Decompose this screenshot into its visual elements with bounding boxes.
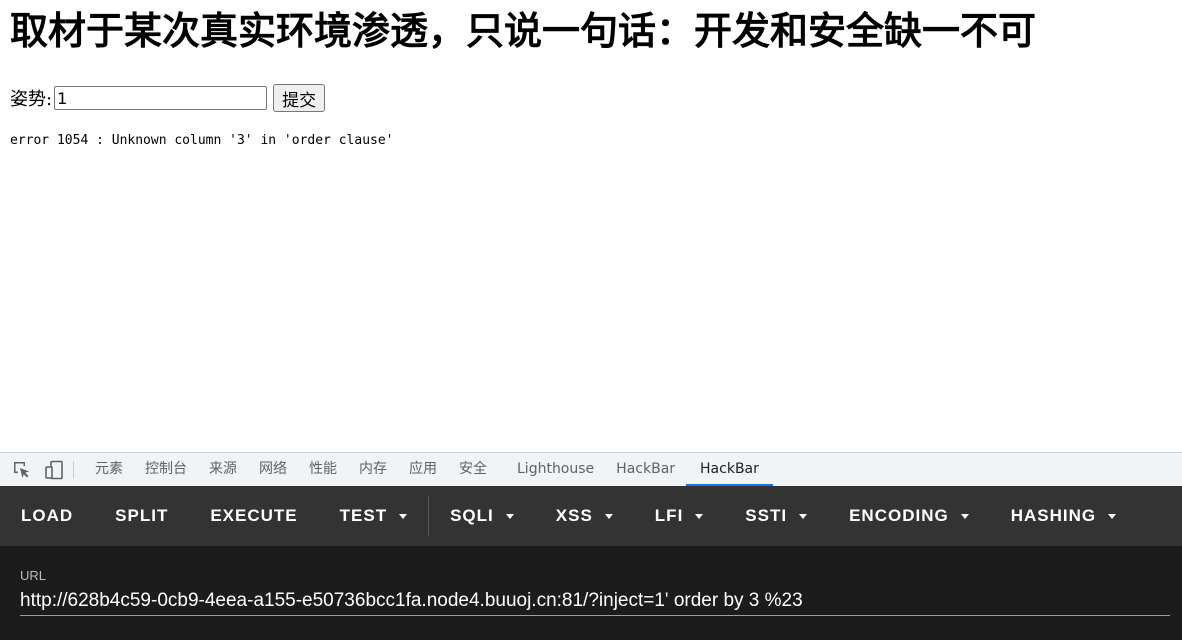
device-toolbar-icon[interactable]	[43, 459, 65, 481]
inspect-element-icon[interactable]	[11, 459, 33, 481]
split-button-label: SPLIT	[115, 506, 169, 525]
hashing-dropdown-label: HASHING	[1010, 506, 1097, 525]
load-button[interactable]: LOAD	[0, 486, 94, 546]
submit-button[interactable]: 提交	[273, 84, 326, 112]
test-dropdown[interactable]: TEST	[319, 486, 428, 546]
tab-memory[interactable]: 内存	[348, 453, 398, 486]
sqli-dropdown[interactable]: SQLI	[429, 486, 535, 546]
encoding-dropdown[interactable]: ENCODING	[828, 486, 990, 546]
lfi-dropdown-label: LFI	[654, 506, 684, 525]
chevron-down-icon	[1108, 513, 1117, 519]
ssti-dropdown-label: SSTI	[745, 506, 788, 525]
hackbar-toolbar: LOAD SPLIT EXECUTE TEST SQLI XSS LFI SST…	[0, 486, 1182, 546]
tab-sources[interactable]: 来源	[198, 453, 248, 486]
ssti-dropdown[interactable]: SSTI	[724, 486, 828, 546]
sqli-dropdown-label: SQLI	[450, 506, 494, 525]
inject-label: 姿势:	[10, 89, 53, 110]
tab-hackbar-1[interactable]: HackBar	[605, 453, 686, 486]
load-button-label: LOAD	[21, 506, 74, 525]
execute-button[interactable]: EXECUTE	[189, 486, 318, 546]
tab-network[interactable]: 网络	[248, 453, 298, 486]
tab-elements[interactable]: 元素	[84, 453, 134, 486]
url-panel: URL	[0, 546, 1182, 640]
inject-input[interactable]	[54, 86, 268, 110]
tab-application[interactable]: 应用	[398, 453, 448, 486]
chevron-down-icon	[695, 513, 704, 519]
page-content: 取材于某次真实环境渗透，只说一句话：开发和安全缺一不可 姿势: 提交 error…	[0, 0, 1182, 452]
page-title: 取材于某次真实环境渗透，只说一句话：开发和安全缺一不可	[10, 9, 1037, 53]
chevron-down-icon	[604, 513, 613, 519]
url-input[interactable]	[20, 586, 1170, 616]
chevron-down-icon	[960, 513, 969, 519]
tab-lighthouse[interactable]: Lighthouse	[506, 453, 605, 486]
tab-security[interactable]: 安全	[448, 453, 498, 486]
test-dropdown-label: TEST	[339, 506, 388, 525]
devtools-tabbar: 元素 控制台 来源 网络 性能 内存 应用 安全 Lighthouse Hack…	[0, 452, 1182, 486]
error-message: error 1054 : Unknown column '3' in 'orde…	[10, 133, 394, 148]
url-label: URL	[20, 568, 47, 583]
xss-dropdown-label: XSS	[555, 506, 593, 525]
tab-hackbar-2[interactable]: HackBar	[686, 453, 773, 486]
chevron-down-icon	[799, 513, 808, 519]
hashing-dropdown[interactable]: HASHING	[990, 486, 1137, 546]
tab-console[interactable]: 控制台	[134, 453, 198, 486]
tab-performance[interactable]: 性能	[298, 453, 348, 486]
xss-dropdown[interactable]: XSS	[535, 486, 634, 546]
lfi-dropdown[interactable]: LFI	[634, 486, 725, 546]
chevron-down-icon	[505, 513, 514, 519]
inject-form: 姿势: 提交	[10, 83, 326, 113]
split-button[interactable]: SPLIT	[94, 486, 189, 546]
toolbar-divider	[73, 460, 74, 479]
chevron-down-icon	[399, 513, 408, 519]
execute-button-label: EXECUTE	[210, 506, 298, 525]
encoding-dropdown-label: ENCODING	[849, 506, 949, 525]
